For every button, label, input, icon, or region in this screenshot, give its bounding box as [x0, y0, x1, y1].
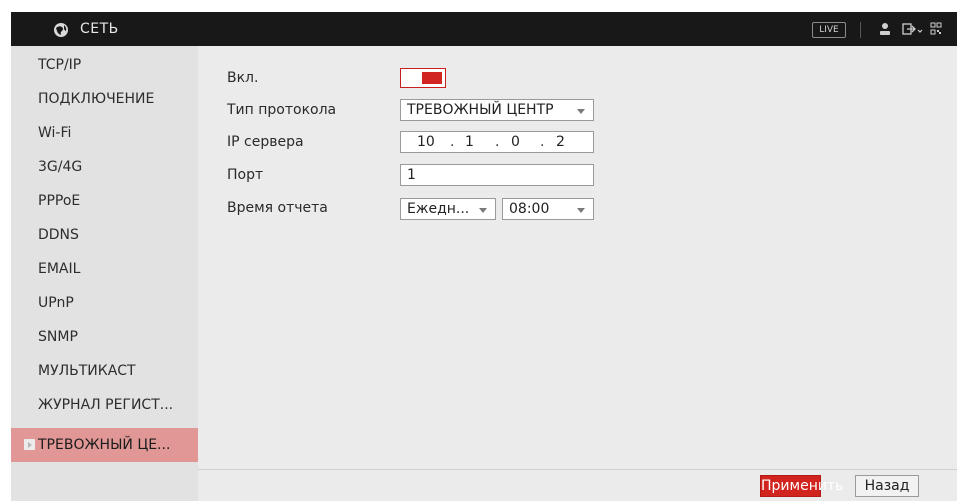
report-frequency-value: Ежедн... [407, 201, 470, 217]
sidebar-item-label: TCP/IP [38, 57, 82, 73]
sidebar-item-wifi[interactable]: Wi-Fi [11, 116, 198, 150]
chevron-down-icon [577, 109, 585, 114]
top-bar: СЕТЬ LIVE [11, 12, 957, 46]
sidebar-item-multicast[interactable]: МУЛЬТИКАСТ [11, 354, 198, 388]
sidebar-item-label: ПОДКЛЮЧЕНИЕ [38, 91, 155, 107]
report-time-select[interactable]: 08:00 [502, 198, 594, 220]
ip-octet-3[interactable]: 0 [511, 132, 520, 152]
app-window: СЕТЬ LIVE TCP/IP ПОДКЛЮЧЕНИЕ Wi-Fi 3G/4G… [11, 12, 957, 501]
apply-button[interactable]: Применить [760, 475, 843, 497]
chevron-down-icon [577, 208, 585, 213]
sidebar-item-ddns[interactable]: DDNS [11, 218, 198, 252]
sidebar-item-label: SNMP [38, 329, 78, 345]
sidebar-item-tcpip[interactable]: TCP/IP [11, 48, 198, 82]
ip-separator: . [450, 134, 455, 150]
sidebar-item-label: DDNS [38, 227, 79, 243]
live-button[interactable]: LIVE [812, 22, 846, 38]
ip-separator: . [540, 134, 545, 150]
protocol-label: Тип протокола [227, 102, 337, 118]
logout-icon[interactable] [902, 22, 924, 36]
port-value: 1 [407, 167, 416, 183]
sidebar-item-label: Wi-Fi [38, 125, 72, 141]
sidebar-item-label: UPnP [38, 295, 74, 311]
ip-separator: . [495, 134, 500, 150]
port-label: Порт [227, 167, 264, 183]
page-title: СЕТЬ [80, 21, 119, 37]
sidebar-item-alarm-center[interactable]: ТРЕВОЖНЫЙ ЦЕ... [11, 428, 198, 462]
footer-divider [198, 469, 957, 470]
report-time-label: Время отчета [227, 200, 328, 216]
report-frequency-select[interactable]: Ежедн... [400, 198, 496, 220]
port-input[interactable]: 1 [400, 164, 594, 186]
ip-octet-4[interactable]: 2 [556, 132, 565, 152]
sidebar-item-label: ЖУРНАЛ РЕГИСТ... [38, 397, 174, 413]
header-divider [860, 22, 861, 38]
sidebar: TCP/IP ПОДКЛЮЧЕНИЕ Wi-Fi 3G/4G PPPoE DDN… [11, 46, 198, 501]
back-button[interactable]: Назад [855, 475, 919, 497]
server-ip-input[interactable]: 10 . 1 . 0 . 2 [400, 131, 594, 153]
enable-label: Вкл. [227, 70, 259, 86]
protocol-value: ТРЕВОЖНЫЙ ЦЕНТР [407, 102, 554, 118]
sidebar-item-connection[interactable]: ПОДКЛЮЧЕНИЕ [11, 82, 198, 116]
sidebar-item-register-log[interactable]: ЖУРНАЛ РЕГИСТ... [11, 388, 198, 422]
sidebar-item-snmp[interactable]: SNMP [11, 320, 198, 354]
sidebar-item-label: ТРЕВОЖНЫЙ ЦЕ... [38, 437, 171, 453]
chevron-down-icon [479, 208, 487, 213]
sidebar-item-label: МУЛЬТИКАСТ [38, 363, 136, 379]
toggle-knob [422, 72, 442, 84]
report-time-value: 08:00 [509, 201, 550, 217]
sidebar-item-label: PPPoE [38, 193, 81, 209]
sidebar-item-pppoe[interactable]: PPPoE [11, 184, 198, 218]
network-globe-icon [54, 23, 68, 37]
sidebar-item-upnp[interactable]: UPnP [11, 286, 198, 320]
chevron-right-icon [24, 439, 35, 450]
protocol-select[interactable]: ТРЕВОЖНЫЙ ЦЕНТР [400, 99, 594, 121]
server-ip-label: IP сервера [227, 134, 304, 150]
ip-octet-1[interactable]: 10 [417, 132, 435, 152]
sidebar-item-label: EMAIL [38, 261, 81, 277]
sidebar-item-email[interactable]: EMAIL [11, 252, 198, 286]
sidebar-item-label: 3G/4G [38, 159, 83, 175]
ip-octet-2[interactable]: 1 [465, 132, 474, 152]
user-icon[interactable] [879, 22, 891, 36]
sidebar-item-3g4g[interactable]: 3G/4G [11, 150, 198, 184]
qr-code-icon[interactable] [930, 22, 942, 36]
enable-toggle[interactable] [400, 68, 446, 88]
